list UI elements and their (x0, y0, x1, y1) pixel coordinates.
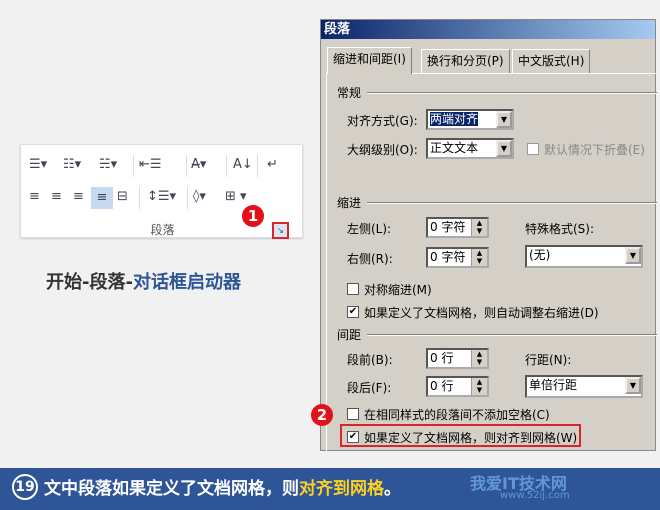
tab-panel: 常规 对齐方式(G): 两端对齐 ▼ 大纲级别(O): 正文文本 ▼ 默认情况下折叠… (326, 73, 657, 453)
step-number: 19 (12, 474, 38, 500)
align-left-icon[interactable]: ≡ (29, 189, 40, 205)
highlight-box (340, 424, 581, 447)
space-before-spinner[interactable]: 0 行 ▲ ▼ (426, 348, 489, 369)
right-indent-label: 右侧(R): (347, 252, 393, 266)
dialog-title: 段落 (321, 20, 655, 39)
align-right-icon[interactable]: ≡ (73, 189, 84, 205)
caption: 开始-段落-对话框启动器 (46, 272, 241, 293)
space-after-label: 段后(F): (347, 381, 392, 395)
chinese-layout-icon[interactable]: A̶▾ (191, 157, 206, 173)
justify-icon[interactable]: ≡ (91, 187, 113, 209)
alignment-select[interactable]: 两端对齐 ▼ (426, 109, 514, 130)
multilevel-list-icon[interactable]: ☵▾ (99, 157, 117, 173)
tab-asian-typography[interactable]: 中文版式(H) (512, 49, 591, 73)
section-indent: 缩进 (337, 196, 362, 210)
sort-icon[interactable]: A↓ (233, 157, 253, 173)
dialog-launcher-button[interactable]: ↘ (272, 222, 289, 239)
no-space-label: 在相同样式的段落间不添加空格(C) (364, 408, 550, 422)
auto-right-indent-checkbox[interactable]: ✔ (347, 306, 359, 318)
outline-label: 大纲级别(O): (347, 143, 418, 157)
outline-level-select[interactable]: 正文文本 ▼ (426, 138, 514, 159)
tab-indent-spacing[interactable]: 缩进和间距(I) (327, 47, 412, 74)
group-label: 段落 (150, 223, 175, 237)
numbering-icon[interactable]: ☷▾ (63, 157, 81, 173)
chevron-down-icon: ▼ (625, 247, 641, 264)
section-spacing: 间距 (337, 328, 362, 342)
alignment-label: 对齐方式(G): (347, 114, 418, 128)
line-spacing-label: 行距(N): (525, 353, 572, 367)
align-center-icon[interactable]: ≡ (51, 189, 62, 205)
decrease-indent-icon[interactable]: ⇤☰ (139, 157, 162, 173)
no-space-checkbox[interactable] (347, 408, 359, 420)
mirror-indent-checkbox[interactable] (347, 283, 359, 295)
paragraph-dialog: 段落 缩进和间距(I) 换行和分页(P) 中文版式(H) 常规 对齐方式(G):… (320, 19, 657, 453)
left-indent-label: 左侧(L): (347, 222, 392, 236)
collapse-label: 默认情况下折叠(E) (544, 143, 645, 157)
space-after-spinner[interactable]: 0 行 ▲ ▼ (426, 376, 489, 397)
line-spacing-icon[interactable]: ↕☰▾ (147, 189, 176, 205)
special-label: 特殊格式(S): (525, 222, 595, 236)
step-badge-2: 2 (311, 404, 333, 426)
space-before-label: 段前(B): (347, 353, 393, 367)
collapse-checkbox[interactable] (527, 143, 539, 155)
shading-icon[interactable]: ◊▾ (193, 189, 206, 205)
distributed-icon[interactable]: ⊟ (117, 189, 128, 205)
section-general: 常规 (337, 86, 362, 100)
left-indent-spinner[interactable]: 0 字符 ▲ ▼ (426, 217, 489, 238)
mirror-indent-label: 对称缩进(M) (364, 283, 432, 297)
watermark-url: www.52ij.com (500, 490, 570, 501)
right-indent-spinner[interactable]: 0 字符 ▲ ▼ (426, 247, 489, 268)
step-badge-1: 1 (242, 205, 264, 227)
chevron-down-icon: ▼ (496, 140, 512, 157)
line-spacing-select[interactable]: 单倍行距 ▼ (525, 375, 643, 398)
special-select[interactable]: (无) ▼ (525, 245, 643, 268)
chevron-down-icon: ▼ (625, 377, 641, 394)
auto-right-indent-label: 如果定义了文档网格，则自动调整右缩进(D) (364, 306, 599, 320)
tab-line-page-breaks[interactable]: 换行和分页(P) (421, 49, 510, 73)
show-marks-icon[interactable]: ↵ (267, 157, 278, 173)
chevron-down-icon: ▼ (496, 111, 512, 128)
borders-icon[interactable]: ⊞ ▾ (225, 189, 247, 205)
bullets-icon[interactable]: ☰▾ (29, 157, 47, 173)
